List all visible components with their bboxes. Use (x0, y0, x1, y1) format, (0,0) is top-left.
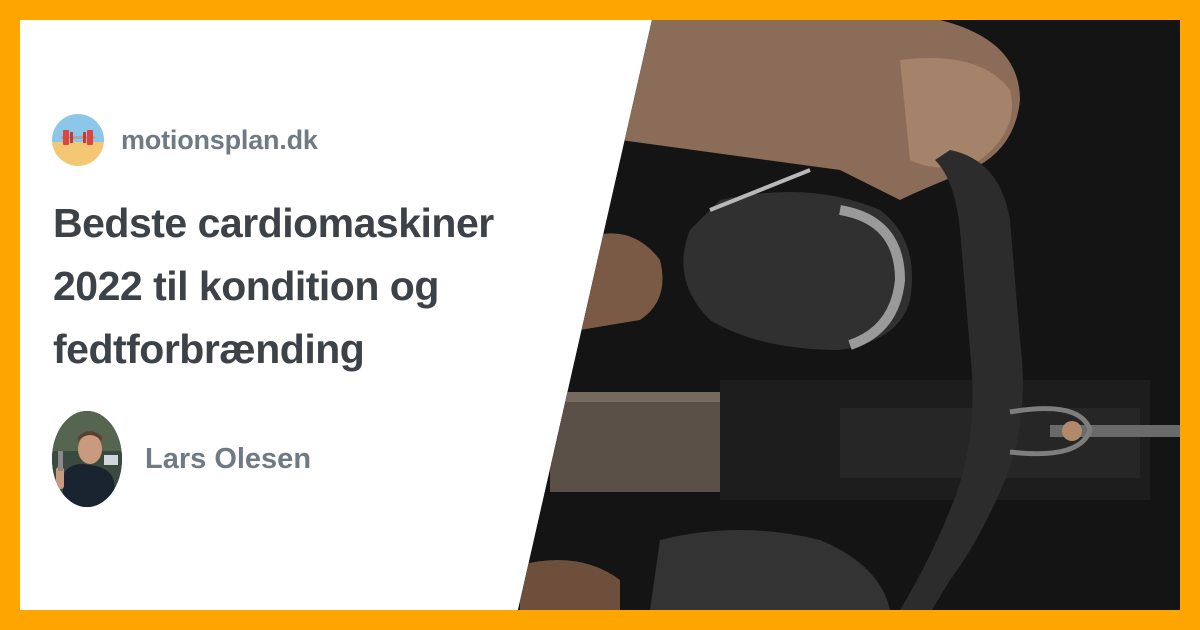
title-line: Bedste cardiomaskiner (53, 200, 494, 246)
article-title: Bedste cardiomaskiner 2022 til kondition… (53, 192, 553, 381)
author-byline[interactable]: Lars Olesen (52, 407, 311, 511)
title-line: 2022 til kondition og (53, 263, 439, 309)
share-card: motionsplan.dk Bedste cardiomaskiner 202… (0, 0, 1200, 630)
author-name: Lars Olesen (145, 442, 312, 475)
site-brand[interactable]: motionsplan.dk (52, 112, 318, 168)
barbell-icon (52, 114, 104, 166)
author-avatar (52, 411, 122, 507)
site-name: motionsplan.dk (121, 124, 318, 155)
title-line: fedtforbrænding (53, 326, 365, 372)
card-panel: motionsplan.dk Bedste cardiomaskiner 202… (20, 20, 1180, 610)
